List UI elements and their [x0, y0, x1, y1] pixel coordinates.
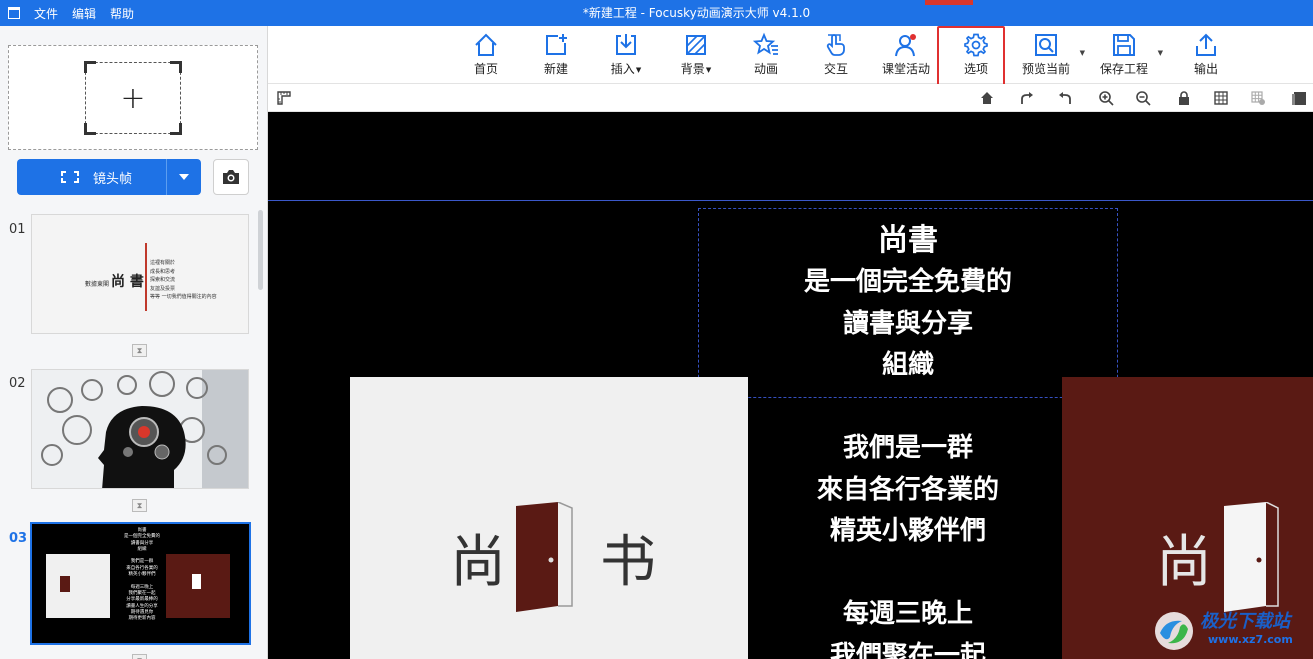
slide-text-block[interactable]: 尚書 是一個完全免費的 讀書與分享 組織 我們是一群 來自各行各業的 精英小夥伴… — [698, 220, 1118, 659]
app-window: 文件 编辑 帮助 *新建工程 - Focusky动画演示大师 v4.1.0 + … — [0, 0, 1313, 659]
camera-icon — [223, 170, 239, 184]
slide-number: 02 — [9, 376, 26, 391]
card-char: 书 — [600, 530, 656, 595]
camera-frame-main[interactable]: 镜头帧 — [17, 159, 167, 195]
zoom-in-icon[interactable] — [1098, 90, 1114, 106]
slide-canvas[interactable]: 尚書 是一個完全免費的 讀書與分享 組織 我們是一群 來自各行各業的 精英小夥伴… — [268, 112, 1313, 659]
slide-title: 尚書 — [878, 223, 938, 258]
options-highlight-box — [937, 26, 1005, 88]
card-char: 尚 — [450, 530, 506, 595]
gears-head-image — [32, 370, 248, 488]
transition-icon[interactable]: ⧗ — [132, 344, 147, 357]
watermark-url: www.xz7.com — [1208, 633, 1293, 646]
slide-thumbnail-3[interactable]: 尚書 是一個完全免費的 讀書與分享 組織 我們是一群 來自各行各業的 精英小夥伴們 每… — [30, 522, 251, 645]
background-button[interactable]: 背景▼ — [663, 26, 729, 84]
slide-panel: + 镜头帧 01 數據東閣 尚 書 這裡有關於 成長和思考 探索和交流 友誼及投… — [0, 26, 268, 659]
slide-text-line: 精英小夥伴們 — [829, 516, 986, 546]
slide-text-line: 是一個完全免費的 — [803, 267, 1012, 297]
undo-icon[interactable] — [1057, 90, 1073, 106]
home-icon — [475, 33, 497, 56]
title-bar: 文件 编辑 帮助 *新建工程 - Focusky动画演示大师 v4.1.0 — [0, 0, 1313, 26]
watermark-logo-icon — [1155, 612, 1193, 650]
thumb-title: 尚 書 — [111, 274, 144, 290]
transition-icon[interactable]: ⧗ — [132, 654, 147, 659]
slide-text-line: 我們聚在一起 — [829, 640, 986, 659]
slide-thumbnail-2[interactable] — [31, 369, 249, 489]
home-view-icon[interactable] — [979, 90, 995, 106]
home-button[interactable]: 首页 — [453, 26, 519, 84]
logo-card-left[interactable]: 尚 书 — [350, 377, 748, 659]
insert-icon — [616, 34, 636, 55]
grid-icon[interactable] — [1213, 90, 1229, 106]
save-dropdown-icon[interactable]: ▼ — [1158, 49, 1163, 57]
transition-icon[interactable]: ⧗ — [132, 499, 147, 512]
door-icon — [516, 502, 573, 612]
slide-text-line: 我們是一群 — [842, 433, 973, 463]
slide-text-line: 組織 — [881, 350, 934, 380]
add-frame-area[interactable]: + — [8, 45, 258, 150]
lock-icon[interactable] — [1176, 90, 1192, 106]
background-icon — [686, 35, 706, 55]
interaction-button[interactable]: 交互 — [803, 26, 869, 84]
chevron-down-icon — [179, 174, 189, 180]
watermark: 极光下载站 www.xz7.com — [1150, 603, 1310, 657]
export-button[interactable]: 输出 — [1173, 26, 1239, 84]
frame-guide-line — [268, 200, 1313, 201]
hand-pointer-icon — [826, 34, 845, 56]
slide-text-line: 來自各行各業的 — [816, 474, 999, 505]
screenshot-button[interactable] — [213, 159, 249, 195]
classroom-person-icon — [895, 34, 916, 57]
preview-dropdown-icon[interactable]: ▼ — [1080, 49, 1085, 57]
new-button[interactable]: 新建 — [523, 26, 589, 84]
thumb-lines: 這裡有關於 成長和思考 探索和交流 友誼及投票 等等 一切我們值得關注的內容 — [150, 260, 217, 300]
slide-text-line: 讀書與分享 — [842, 308, 973, 339]
camera-frame-dropdown[interactable] — [167, 174, 201, 180]
ruler-icon[interactable] — [276, 90, 292, 106]
slide-text-line: 每週三晚上 — [842, 599, 973, 629]
animation-button[interactable]: 动画 — [733, 26, 799, 84]
slide-panel-scrollbar[interactable] — [258, 210, 263, 290]
save-icon — [1113, 34, 1135, 56]
window-title: *新建工程 - Focusky动画演示大师 v4.1.0 — [582, 6, 811, 20]
card-char: 尚 — [1156, 530, 1212, 595]
new-frame-icon — [546, 34, 567, 55]
camera-frame-button[interactable]: 镜头帧 — [17, 159, 201, 195]
grid-settings-icon[interactable] — [1250, 90, 1266, 106]
export-upload-icon — [1196, 33, 1216, 56]
insert-button[interactable]: 插入▼ — [593, 26, 659, 84]
main-toolbar: 首页 新建 插入▼ 背景▼ 动画 交互 课堂活动 选项 预览当前 ▼ 保存工程 … — [268, 26, 1313, 88]
camera-frame-label: 镜头帧 — [92, 171, 132, 187]
slide-text-line — [698, 553, 1118, 595]
animation-star-icon — [753, 32, 778, 55]
thumb-prefix: 數據東閣 — [85, 281, 110, 288]
slide-number: 01 — [9, 222, 26, 237]
slide-text-line — [698, 387, 1118, 429]
thumb3-card-right — [166, 554, 230, 618]
preview-icon — [1035, 34, 1057, 56]
classroom-activity-button[interactable]: 课堂活动 — [873, 26, 939, 84]
redo-icon[interactable] — [1019, 90, 1035, 106]
watermark-title: 极光下载站 — [1200, 611, 1290, 632]
thumb-divider — [145, 243, 147, 311]
frame-icon — [60, 171, 79, 183]
slide-thumbnail-1[interactable]: 數據東閣 尚 書 這裡有關於 成長和思考 探索和交流 友誼及投票 等等 一切我們值得… — [31, 214, 249, 334]
plus-icon: + — [120, 81, 146, 116]
door-icon — [1224, 502, 1279, 612]
save-project-button[interactable]: 保存工程 ▼ — [1091, 26, 1163, 84]
preview-current-button[interactable]: 预览当前 ▼ — [1013, 26, 1085, 84]
add-frame-placeholder: + — [84, 61, 182, 135]
canvas-toolbar — [268, 84, 1313, 112]
layout-panel-icon[interactable] — [1291, 90, 1307, 106]
slide-number: 03 — [9, 531, 28, 546]
zoom-out-icon[interactable] — [1135, 90, 1151, 106]
thumb3-card-left — [46, 554, 110, 618]
